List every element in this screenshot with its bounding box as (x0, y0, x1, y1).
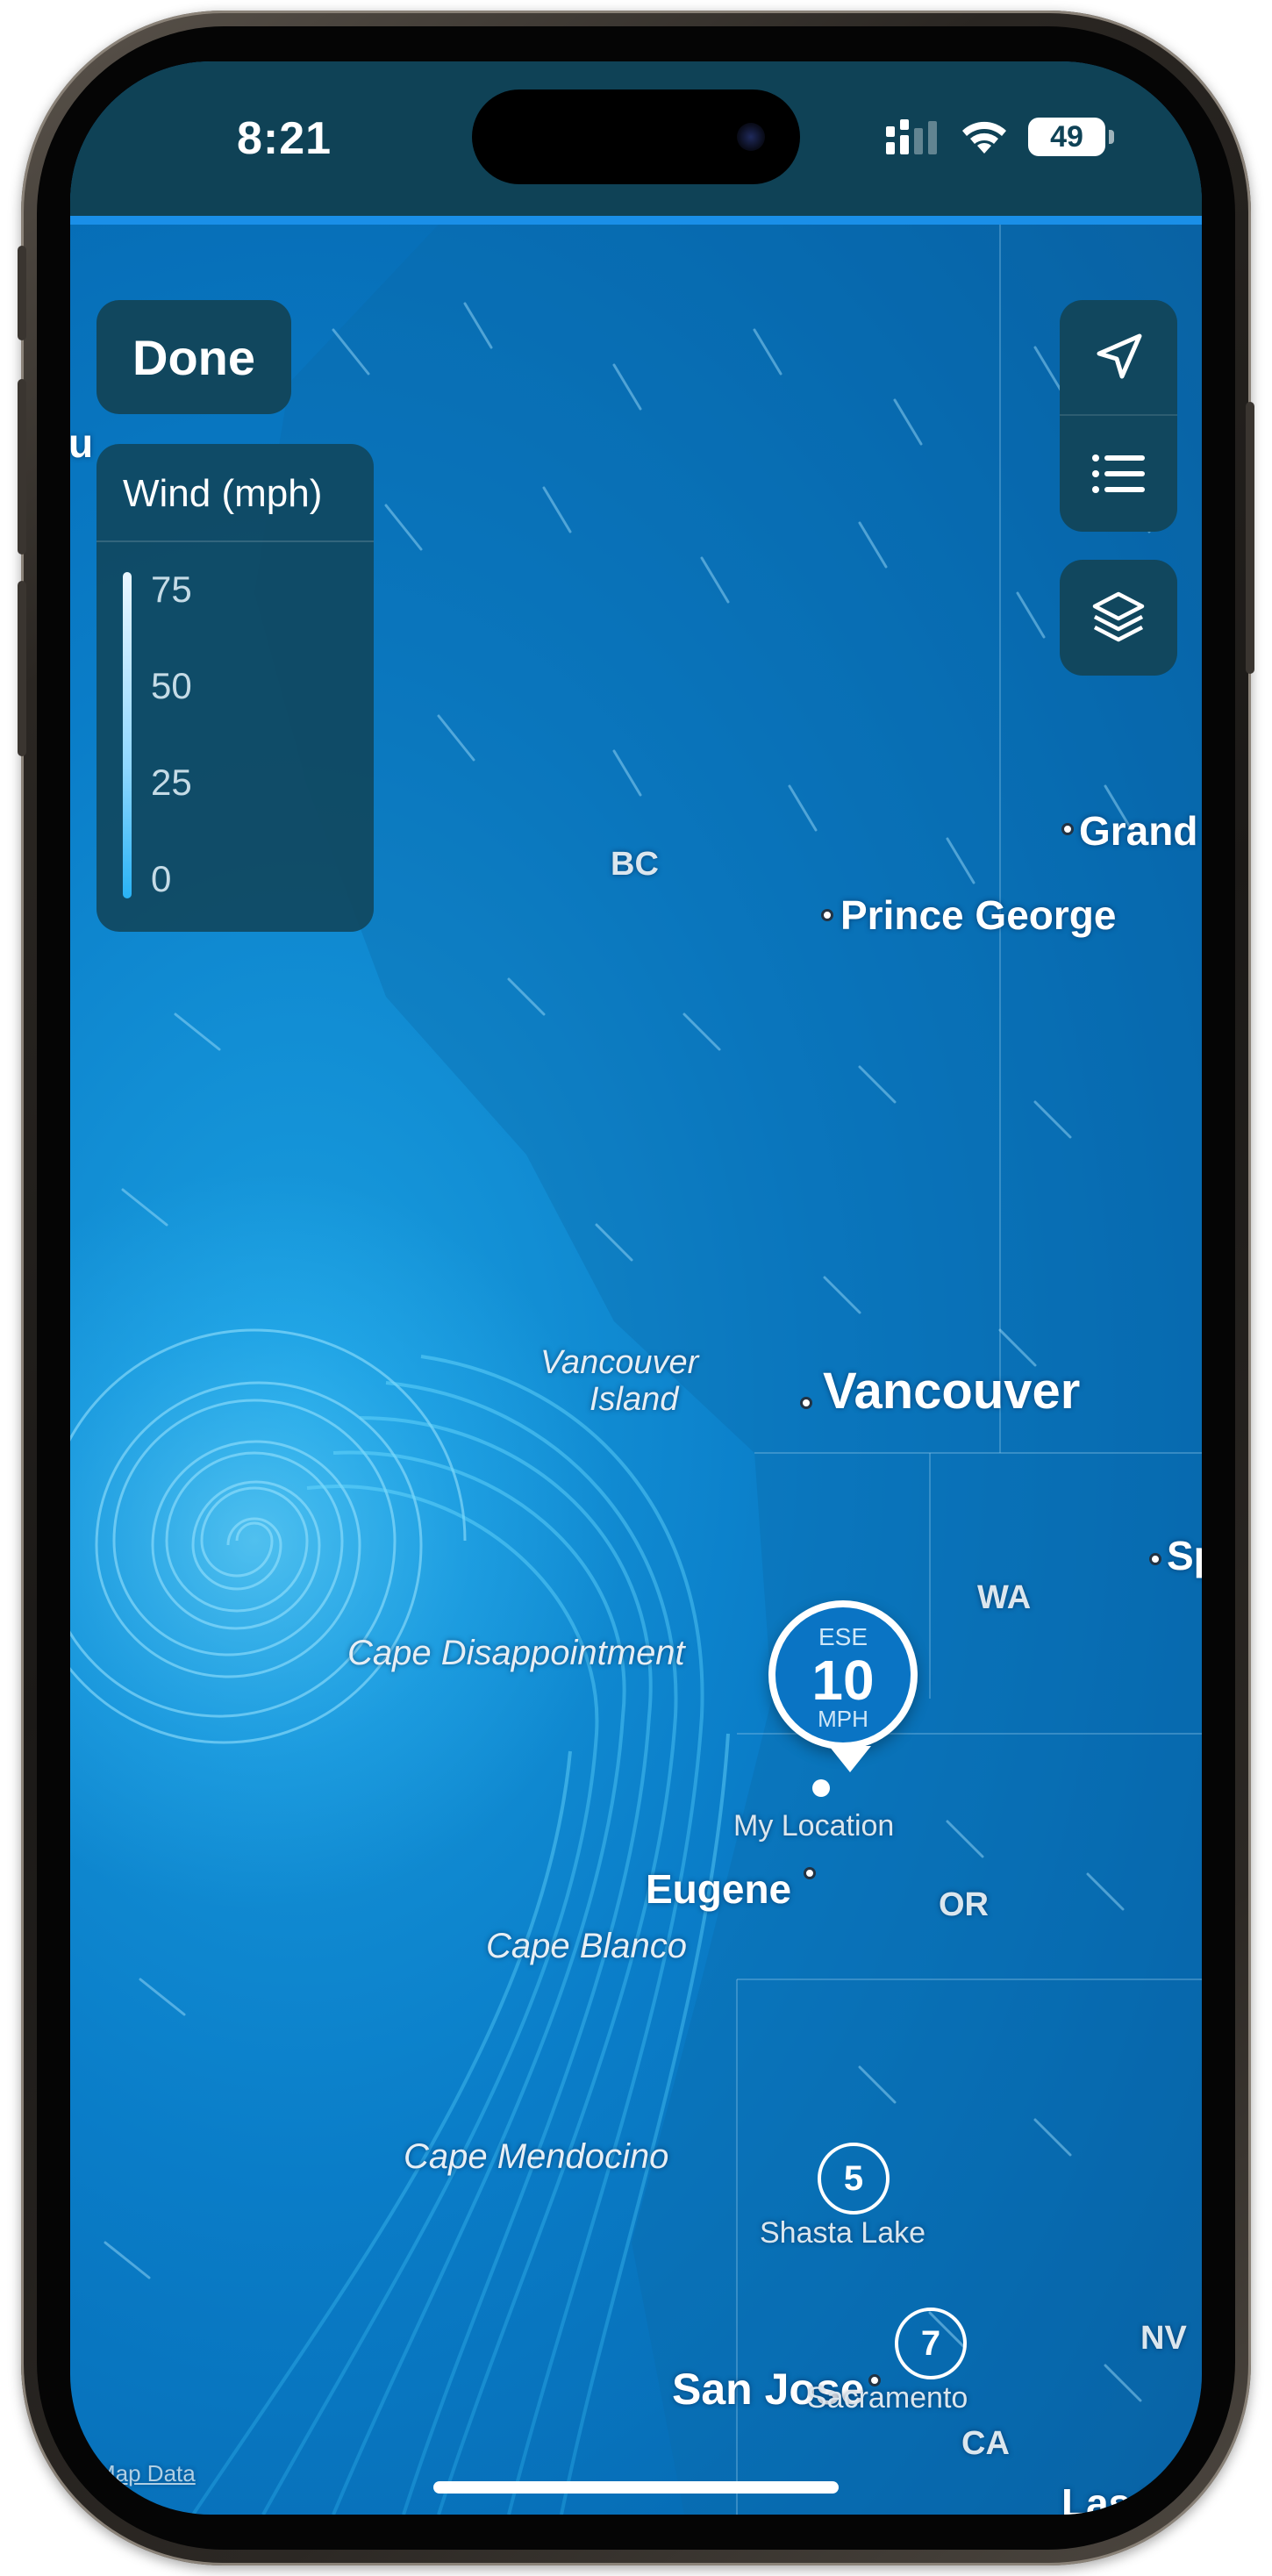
city-label-prince-george[interactable]: Prince George (840, 891, 1116, 939)
dynamic-island (472, 89, 800, 184)
legend-color-scale (123, 572, 132, 898)
legend-divider (96, 540, 374, 542)
status-icons: 49 (886, 118, 1114, 156)
legend-value-25: 25 (151, 762, 192, 803)
legend-title: Wind (mph) (123, 472, 323, 515)
city-label-spokane-partial[interactable]: Sp (1167, 1532, 1202, 1579)
wind-badge-shasta-lake[interactable]: 5 (818, 2143, 890, 2215)
my-location-dot (812, 1779, 830, 1797)
map-loading-bar (70, 216, 1202, 225)
city-label-grand[interactable]: Grand (1079, 807, 1197, 855)
locate-button[interactable] (1060, 300, 1177, 416)
map-layers-button[interactable] (1060, 560, 1177, 676)
city-dot-prince-george (821, 909, 833, 921)
region-label-wa: WA (977, 1579, 1032, 1616)
legend-value-50: 50 (151, 665, 192, 706)
volume-down-button (18, 581, 26, 756)
city-dot-spokane (1149, 1553, 1161, 1565)
city-label-vancouver[interactable]: Vancouver (823, 1362, 1080, 1420)
feature-label-vancouver-island-line2: Island (590, 1381, 679, 1418)
feature-label-vancouver-island-line1: Vancouver (540, 1344, 699, 1381)
city-label-eugene[interactable]: Eugene (646, 1865, 791, 1913)
my-location-label: My Location (733, 1809, 895, 1843)
wind-speed-unit: MPH (818, 1706, 868, 1732)
wifi-icon (962, 121, 1006, 154)
city-label-sacramento: Sacramento (807, 2381, 968, 2415)
done-button[interactable]: Done (96, 300, 291, 414)
feature-label-cape-disappointment: Cape Disappointment (347, 1634, 685, 1672)
city-label-shasta-lake: Shasta Lake (760, 2216, 926, 2250)
region-label-or: OR (939, 1886, 989, 1923)
wind-badge-sacramento[interactable]: 7 (895, 2308, 967, 2379)
battery-indicator: 49 (1028, 118, 1114, 156)
region-label-bc: BC (611, 846, 659, 883)
feature-label-cape-blanco: Cape Blanco (486, 1927, 688, 1965)
wind-speed: 10 (811, 1649, 875, 1712)
map-controls-group (1060, 300, 1177, 532)
city-dot-eugene (804, 1867, 816, 1879)
layers-icon (1092, 591, 1145, 642)
feature-label-cape-mendocino: Cape Mendocino (404, 2137, 669, 2176)
legend-value-75: 75 (151, 569, 192, 610)
screen: BC WA OR CA NV u Grand Prince George Van… (70, 61, 1202, 2515)
volume-up-button (18, 379, 26, 555)
map-data-attribution[interactable]: Map Data (96, 2460, 196, 2487)
location-arrow-icon (1097, 333, 1142, 379)
legend-value-0: 0 (151, 858, 172, 899)
front-camera (737, 123, 765, 151)
list-icon (1092, 454, 1145, 493)
cellular-signal-icon (886, 119, 937, 154)
region-label-ca: CA (961, 2425, 1010, 2462)
city-label-partial-left: u (70, 420, 94, 466)
region-label-nv: NV (1140, 2320, 1187, 2357)
current-location-wind-pin[interactable]: ESE 10 MPH (768, 1600, 918, 1772)
city-label-las-vegas-partial[interactable]: Las V (1061, 2479, 1169, 2515)
city-dot-vancouver (800, 1397, 812, 1409)
wind-legend: Wind (mph) 75 50 25 0 (96, 444, 374, 932)
status-time: 8:21 (237, 113, 332, 164)
action-button (18, 246, 26, 340)
locations-list-button[interactable] (1060, 416, 1177, 532)
status-bar: 8:21 49 (70, 61, 1202, 216)
city-dot-grand (1061, 823, 1074, 835)
side-button (1246, 402, 1254, 674)
home-indicator[interactable] (433, 2481, 839, 2494)
